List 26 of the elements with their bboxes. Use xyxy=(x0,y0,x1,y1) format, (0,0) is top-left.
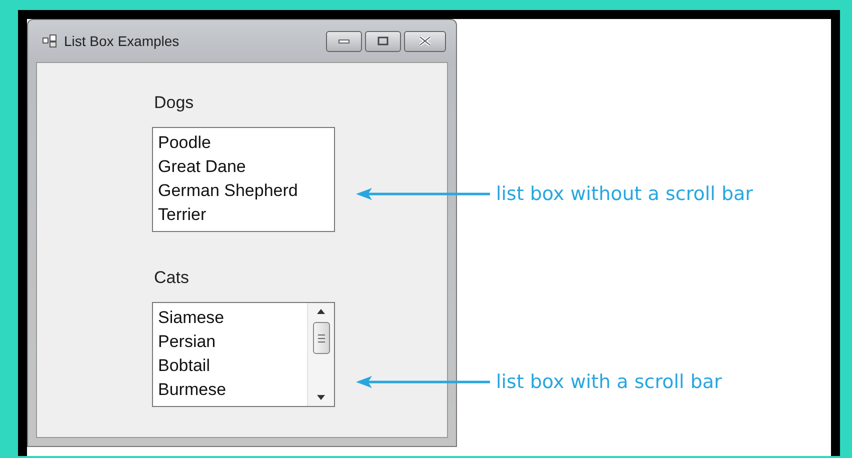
list-item[interactable]: Siamese xyxy=(158,306,307,330)
list-label: Dogs xyxy=(154,93,195,113)
minimize-icon xyxy=(338,38,350,44)
minimize-button[interactable] xyxy=(326,30,362,52)
list-box[interactable]: Siamese Persian Bobtail Burmese xyxy=(152,302,335,407)
close-icon xyxy=(418,36,432,46)
app-icon xyxy=(42,34,58,48)
list-item[interactable]: German Shepherd xyxy=(158,179,334,203)
list-item[interactable]: Terrier xyxy=(158,203,334,227)
list-box[interactable]: Poodle Great Dane German Shepherd Terrier xyxy=(152,127,335,232)
list-item[interactable]: Poodle xyxy=(158,131,334,155)
callout-text: list box without a scroll bar xyxy=(496,183,753,205)
maximize-icon xyxy=(377,36,389,46)
scroll-down-icon[interactable] xyxy=(317,394,325,400)
list-label: Cats xyxy=(154,268,190,288)
maximize-button[interactable] xyxy=(365,30,401,52)
window-title: List Box Examples xyxy=(64,33,180,49)
callout-text: list box with a scroll bar xyxy=(496,371,722,393)
scroll-bar[interactable] xyxy=(307,303,334,406)
list-item[interactable]: Bobtail xyxy=(158,354,307,378)
close-button[interactable] xyxy=(404,30,446,52)
list-item[interactable]: Great Dane xyxy=(158,155,334,179)
scroll-up-icon[interactable] xyxy=(317,309,325,314)
list-item[interactable]: Burmese xyxy=(158,378,307,402)
scroll-thumb[interactable] xyxy=(312,322,330,354)
list-item[interactable]: Persian xyxy=(158,330,307,354)
